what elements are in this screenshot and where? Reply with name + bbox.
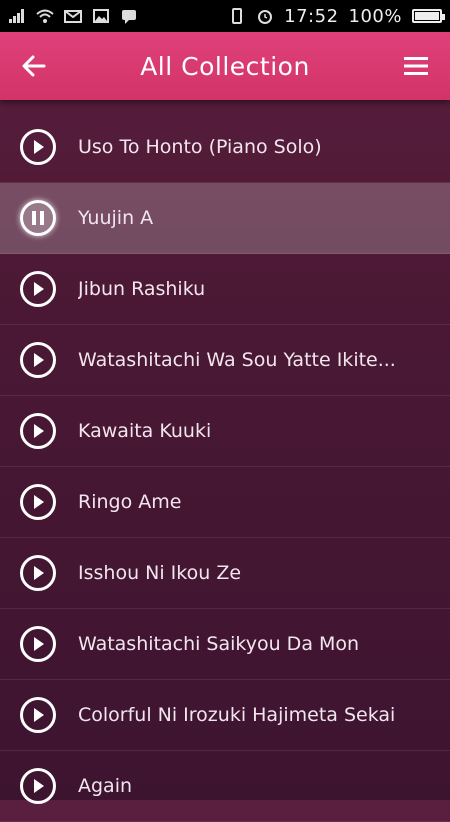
- song-title: Isshou Ni Ikou Ze: [78, 562, 242, 584]
- chat-icon: [120, 8, 138, 24]
- wifi-icon: [36, 8, 54, 24]
- song-row[interactable]: Kawaita Kuuki: [0, 396, 450, 467]
- page-title: All Collection: [140, 51, 310, 81]
- song-title: Kawaita Kuuki: [78, 420, 212, 442]
- song-row[interactable]: Watashitachi Wa Sou Yatte Ikite...: [0, 325, 450, 396]
- battery-percent: 100%: [348, 5, 402, 27]
- song-row[interactable]: Jibun Rashiku: [0, 254, 450, 325]
- song-title: Yuujin A: [78, 207, 154, 229]
- song-row[interactable]: Watashitachi Saikyou Da Mon: [0, 609, 450, 680]
- song-title: Ringo Ame: [78, 491, 182, 513]
- play-button[interactable]: [20, 697, 56, 733]
- hamburger-menu-icon: [404, 57, 428, 75]
- song-title: Uso To Honto (Piano Solo): [78, 136, 322, 158]
- play-icon: [34, 566, 44, 580]
- song-list: Uso To Honto (Piano Solo) Yuujin A Jibun R…: [0, 112, 450, 822]
- image-icon: [92, 8, 110, 24]
- play-button[interactable]: [20, 555, 56, 591]
- status-bar: 17:52 100%: [0, 0, 450, 32]
- song-title: Watashitachi Saikyou Da Mon: [78, 633, 360, 655]
- status-bar-right: 17:52 100%: [228, 5, 445, 27]
- play-icon: [34, 282, 44, 296]
- pause-icon: [32, 211, 44, 225]
- clock: 17:52: [284, 5, 339, 27]
- app-bar: All Collection: [0, 32, 450, 100]
- play-button[interactable]: [20, 271, 56, 307]
- song-row[interactable]: Ringo Ame: [0, 467, 450, 538]
- song-title: Jibun Rashiku: [78, 278, 206, 300]
- pause-button[interactable]: [20, 200, 56, 236]
- song-row[interactable]: Yuujin A: [0, 183, 450, 254]
- play-button[interactable]: [20, 768, 56, 804]
- play-icon: [34, 353, 44, 367]
- song-title: Colorful Ni Irozuki Hajimeta Sekai: [78, 704, 396, 726]
- play-button[interactable]: [20, 342, 56, 378]
- phone-rotate-icon: [228, 8, 246, 24]
- alarm-icon: [256, 8, 274, 24]
- signal-icon: [8, 8, 26, 24]
- song-title: Watashitachi Wa Sou Yatte Ikite...: [78, 349, 396, 371]
- play-icon: [34, 708, 44, 722]
- play-icon: [34, 495, 44, 509]
- status-bar-left: [8, 8, 138, 24]
- play-button[interactable]: [20, 484, 56, 520]
- battery-fill: [415, 12, 439, 20]
- arrow-left-icon: [22, 55, 46, 77]
- song-row[interactable]: Colorful Ni Irozuki Hajimeta Sekai: [0, 680, 450, 751]
- play-icon: [34, 637, 44, 651]
- play-button[interactable]: [20, 413, 56, 449]
- play-icon: [34, 424, 44, 438]
- song-row[interactable]: Uso To Honto (Piano Solo): [0, 112, 450, 183]
- song-row[interactable]: Again: [0, 751, 450, 822]
- battery-icon: [412, 9, 445, 23]
- play-icon: [34, 779, 44, 793]
- mail-icon: [64, 8, 82, 24]
- play-button[interactable]: [20, 129, 56, 165]
- play-button[interactable]: [20, 626, 56, 662]
- song-row[interactable]: Isshou Ni Ikou Ze: [0, 538, 450, 609]
- play-icon: [34, 140, 44, 154]
- menu-button[interactable]: [396, 46, 436, 86]
- back-button[interactable]: [14, 46, 54, 86]
- song-title: Again: [78, 775, 133, 797]
